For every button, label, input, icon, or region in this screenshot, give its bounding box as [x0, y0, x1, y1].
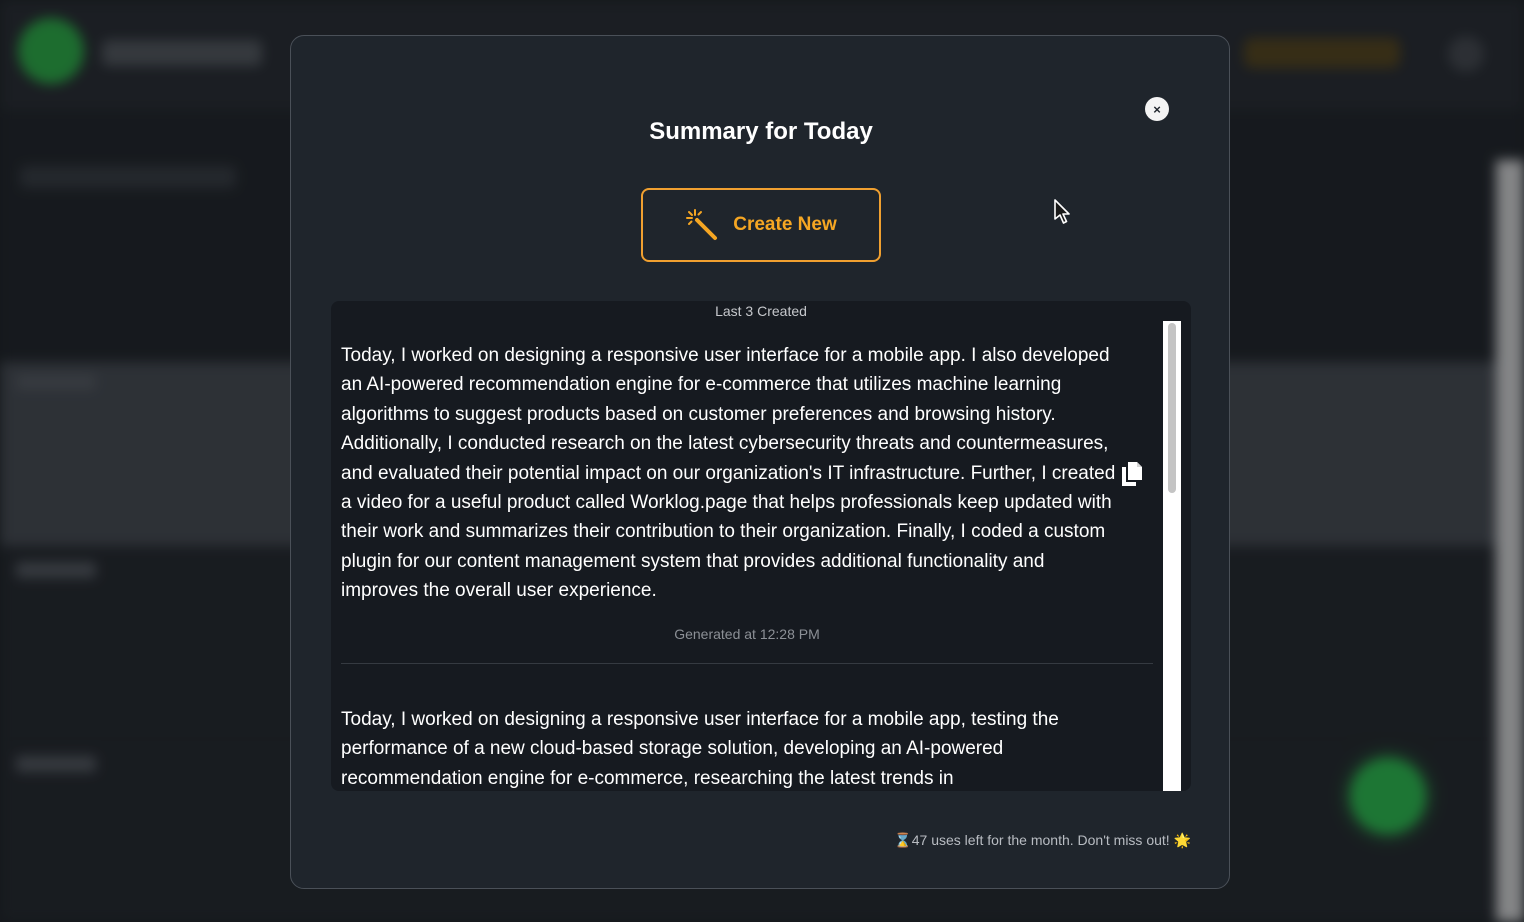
summary-modal: × Summary for Today Create New Last 3 Cr… [290, 35, 1230, 889]
magic-wand-icon [686, 209, 718, 240]
create-new-label: Create New [733, 214, 837, 235]
uses-left-notice: ⌛47 uses left for the month. Don't miss … [894, 832, 1191, 848]
close-icon: × [1153, 101, 1161, 117]
scrollbar-thumb[interactable] [1168, 323, 1176, 493]
summary-list-panel[interactable]: Last 3 Created Today, I worked on design… [331, 301, 1191, 791]
panel-caption: Last 3 Created [715, 303, 807, 319]
summary-entry-text: Today, I worked on designing a responsiv… [341, 345, 1116, 602]
summary-entry-text: Today, I worked on designing a responsiv… [341, 709, 1059, 789]
generated-timestamp: Generated at 12:28 PM [674, 626, 820, 642]
mouse-cursor-icon [1054, 199, 1070, 224]
modal-title: Summary for Today [649, 118, 873, 145]
divider [341, 663, 1153, 664]
copy-icon[interactable] [1119, 461, 1143, 487]
create-new-button[interactable]: Create New [641, 188, 881, 262]
